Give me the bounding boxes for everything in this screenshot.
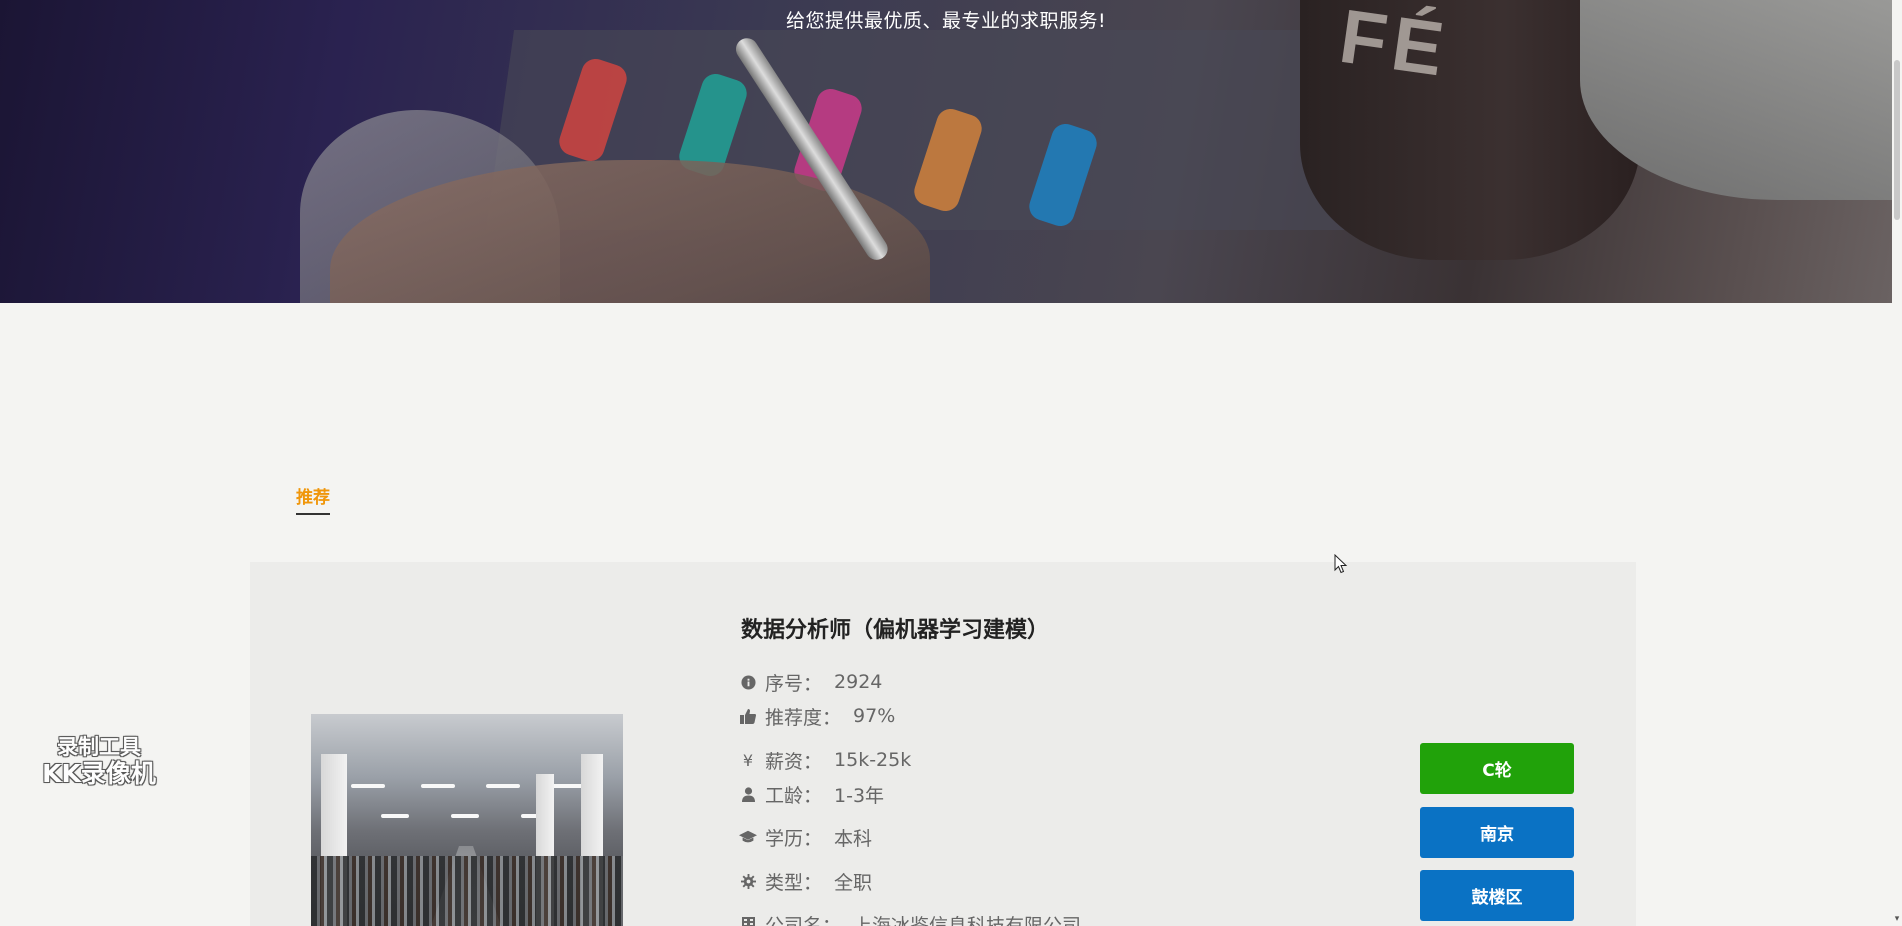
- district-tag[interactable]: 鼓楼区: [1420, 870, 1574, 921]
- job-type-row: 类型： 全职: [739, 869, 873, 894]
- graduation-cap-icon: [739, 830, 757, 844]
- tab-recommend[interactable]: 推荐: [296, 483, 330, 515]
- thumbs-up-icon: [739, 708, 757, 724]
- job-title[interactable]: 数据分析师（偏机器学习建模）: [741, 612, 1049, 644]
- watermark-line2: KK录像机: [42, 759, 156, 788]
- education-value: 本科: [834, 827, 873, 850]
- info-circle-icon: [739, 674, 757, 690]
- experience-value: 1-3年: [834, 784, 885, 807]
- recommend-row: 推荐度： 97%: [739, 704, 896, 729]
- gear-icon: [739, 873, 757, 889]
- yen-icon: ¥: [742, 750, 754, 770]
- office-workstations: [311, 856, 623, 926]
- ceiling-light: [351, 784, 385, 788]
- company-label: 公司名：: [765, 914, 842, 926]
- ceiling-light: [486, 784, 520, 788]
- ceiling-light: [381, 814, 409, 818]
- recorder-watermark: 录制工具 KK录像机: [28, 735, 170, 789]
- hero-slogan: 给您提供最优质、最专业的求职服务!: [785, 10, 1107, 32]
- scroll-down-arrow-icon[interactable]: ▾: [1892, 914, 1902, 924]
- job-id-label: 序号：: [765, 672, 823, 695]
- company-row: 公司名： 上海冰鉴信息科技有限公司: [739, 912, 1081, 926]
- job-type-label: 类型：: [765, 871, 823, 894]
- funding-stage-tag[interactable]: C轮: [1420, 743, 1574, 794]
- mouse-cursor-icon: [1334, 554, 1348, 574]
- salary-value: 15k-25k: [834, 749, 912, 771]
- company-office-image[interactable]: [311, 714, 623, 926]
- watermark-line1: 录制工具: [57, 735, 141, 759]
- ceiling-light: [551, 784, 585, 788]
- experience-row: 工龄： 1-3年: [739, 782, 885, 807]
- recommend-value: 97%: [853, 705, 896, 727]
- ceiling-light: [451, 814, 479, 818]
- vertical-scrollbar[interactable]: ▾: [1892, 0, 1902, 926]
- salary-row: ¥ 薪资： 15k-25k: [739, 748, 912, 773]
- education-label: 学历：: [765, 827, 823, 850]
- experience-label: 工龄：: [765, 784, 823, 807]
- hero-banner: FÉ 给您提供最优质、最专业的求职服务!: [0, 0, 1892, 303]
- job-id-row: 序号： 2924: [739, 670, 883, 695]
- scrollbar-thumb[interactable]: [1894, 60, 1900, 220]
- job-type-value: 全职: [834, 871, 873, 894]
- job-id-value: 2924: [834, 671, 883, 693]
- education-row: 学历： 本科: [739, 825, 873, 850]
- recommend-label: 推荐度：: [765, 706, 842, 729]
- company-value[interactable]: 上海冰鉴信息科技有限公司: [853, 911, 1081, 926]
- salary-label: 薪资：: [765, 750, 823, 773]
- user-icon: [739, 786, 757, 802]
- page: FÉ 给您提供最优质、最专业的求职服务! 推荐 数据分析师（偏机器学习建模） 序…: [0, 0, 1902, 926]
- city-tag[interactable]: 南京: [1420, 807, 1574, 858]
- building-icon: [739, 916, 757, 926]
- ceiling-light: [421, 784, 455, 788]
